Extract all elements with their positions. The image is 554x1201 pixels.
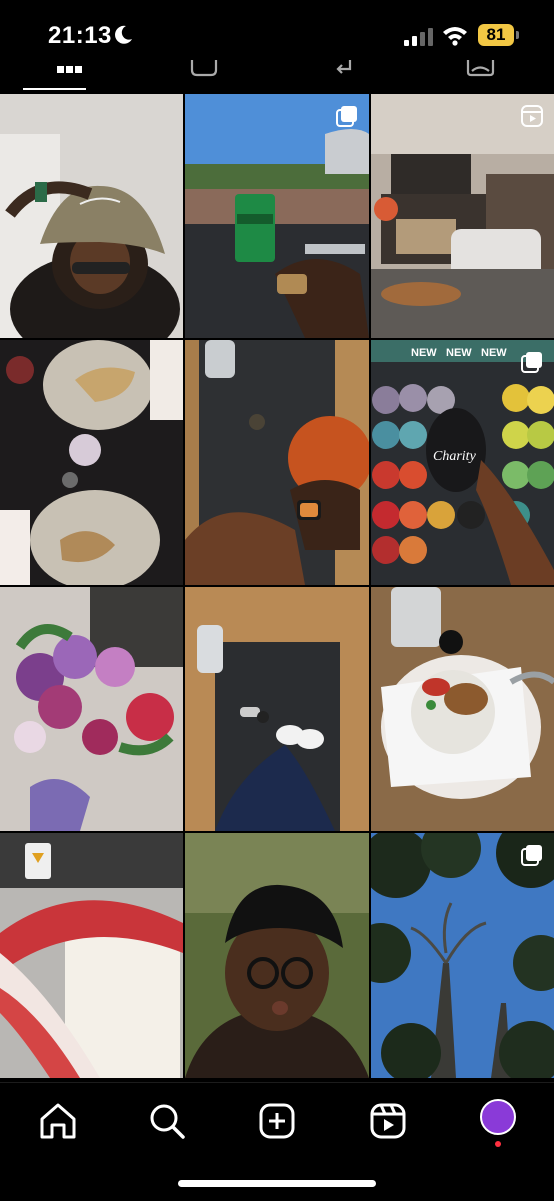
post-image-cafe-interior	[371, 94, 554, 338]
post-tile[interactable]	[185, 587, 369, 831]
post-image-stadium-heineken-cup	[185, 94, 369, 338]
reels-icon	[190, 60, 218, 77]
active-tab-indicator	[23, 88, 86, 90]
profile-avatar[interactable]	[480, 1099, 516, 1135]
nav-search[interactable]	[145, 1099, 189, 1143]
moon-icon	[115, 25, 132, 44]
post-image-yoga-mat-feet	[185, 587, 369, 831]
status-bar: 21:13 81	[0, 0, 554, 60]
tab-grid[interactable]	[52, 56, 122, 92]
battery-nub	[516, 31, 519, 39]
tagged-icon	[466, 60, 495, 77]
shelf-label-3: NEW	[481, 347, 507, 359]
post-tile[interactable]	[371, 94, 554, 338]
post-image-selfie-headwrap	[185, 833, 369, 1078]
post-image-flower-bouquet	[0, 587, 183, 831]
post-image-yogurt-granola	[371, 587, 554, 831]
post-tile[interactable]	[371, 587, 554, 831]
tab-tagged[interactable]	[462, 56, 532, 92]
post-tile[interactable]: NEW NEW NEW Charity	[371, 340, 554, 585]
post-tile[interactable]	[0, 340, 183, 585]
shelf-label-1: NEW	[411, 347, 437, 359]
profile-tabs	[0, 56, 554, 92]
post-tile[interactable]	[0, 833, 183, 1078]
post-image-dinner-plates	[0, 340, 183, 585]
home-icon	[40, 1103, 76, 1139]
grid-icon	[57, 66, 82, 73]
wifi-icon	[443, 27, 467, 46]
post-image-selfie-bucket-hat	[0, 94, 183, 338]
post-tile[interactable]	[0, 94, 183, 338]
reel-post-icon	[521, 105, 543, 127]
status-time: 21:13	[48, 22, 112, 49]
nav-home[interactable]	[36, 1099, 80, 1143]
signal-icon	[404, 28, 433, 46]
post-tile[interactable]	[185, 94, 369, 338]
battery-indicator: 81	[478, 24, 514, 46]
post-image-yoga-mat-ball	[185, 340, 369, 585]
post-tile[interactable]	[0, 587, 183, 831]
post-tile[interactable]	[371, 833, 554, 1078]
multi-post-icon	[521, 352, 542, 373]
tab-reels[interactable]	[188, 56, 258, 92]
tab-reposts[interactable]	[330, 56, 400, 92]
home-indicator[interactable]	[178, 1180, 376, 1187]
post-image-forest-sky	[371, 833, 554, 1078]
multi-post-icon	[521, 845, 542, 866]
nav-reels[interactable]	[366, 1099, 410, 1143]
notification-dot	[495, 1141, 501, 1147]
nav-create[interactable]	[255, 1099, 299, 1143]
reposts-icon	[336, 60, 352, 74]
post-image-yarn-shelf: NEW NEW NEW Charity	[371, 340, 554, 585]
post-image-crochet-project	[0, 833, 183, 1078]
multi-post-icon	[336, 106, 357, 127]
posts-grid: NEW NEW NEW Charity	[0, 94, 554, 1080]
post-tile[interactable]	[185, 340, 369, 585]
create-post-icon	[259, 1103, 295, 1139]
post-tile[interactable]	[185, 833, 369, 1078]
search-icon	[150, 1104, 185, 1139]
yarn-brand-label: Charity	[433, 449, 477, 464]
reels-icon	[370, 1103, 406, 1139]
shelf-label-2: NEW	[446, 347, 472, 359]
